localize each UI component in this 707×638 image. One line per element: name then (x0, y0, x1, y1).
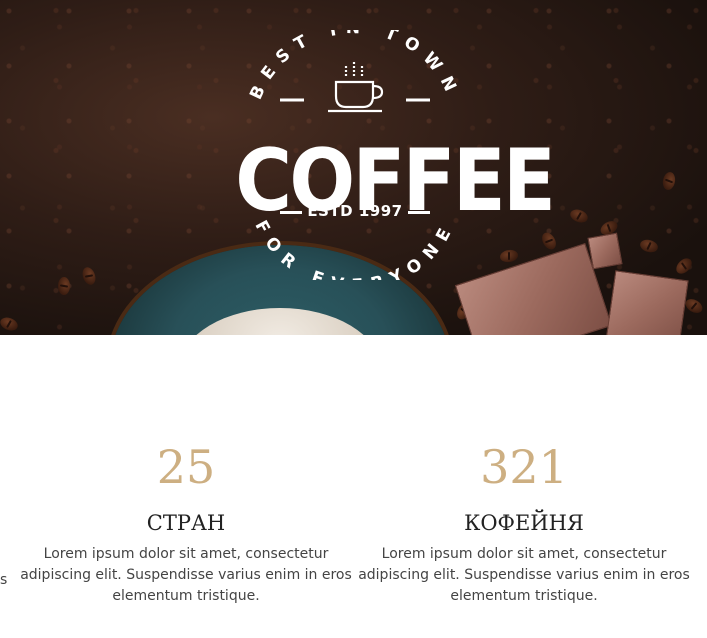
logo-estd-row: ESTD 1997 (220, 202, 490, 222)
stat-label: СТРАН (146, 511, 226, 535)
offscreen-text-fragment: s (0, 572, 8, 588)
coffee-logo: BEST IN TOWN FOR EVERYONE COFFEE ESTD 19… (220, 30, 556, 280)
stat-label: КОФЕЙНЯ (464, 511, 584, 535)
logo-dash (408, 211, 430, 214)
stat-description: Lorem ipsum dolor sit amet, consectetur … (20, 546, 352, 604)
coffee-bean (58, 277, 70, 295)
stat-value: 25 (156, 440, 216, 494)
chocolate-piece (605, 270, 689, 335)
stat-value: 321 (480, 440, 568, 494)
hero-banner: BEST IN TOWN FOR EVERYONE COFFEE ESTD 19… (0, 0, 707, 335)
coffee-cup-icon (328, 62, 384, 113)
stat-coffeeshops: 321 КОФЕЙНЯ Lorem ipsum dolor sit amet, … (354, 440, 694, 607)
logo-estd: ESTD 1997 (307, 202, 403, 220)
chocolate-piece (587, 232, 623, 270)
stat-description: Lorem ipsum dolor sit amet, consectetur … (358, 546, 690, 604)
stat-countries: 25 СТРАН Lorem ipsum dolor sit amet, con… (16, 440, 356, 607)
